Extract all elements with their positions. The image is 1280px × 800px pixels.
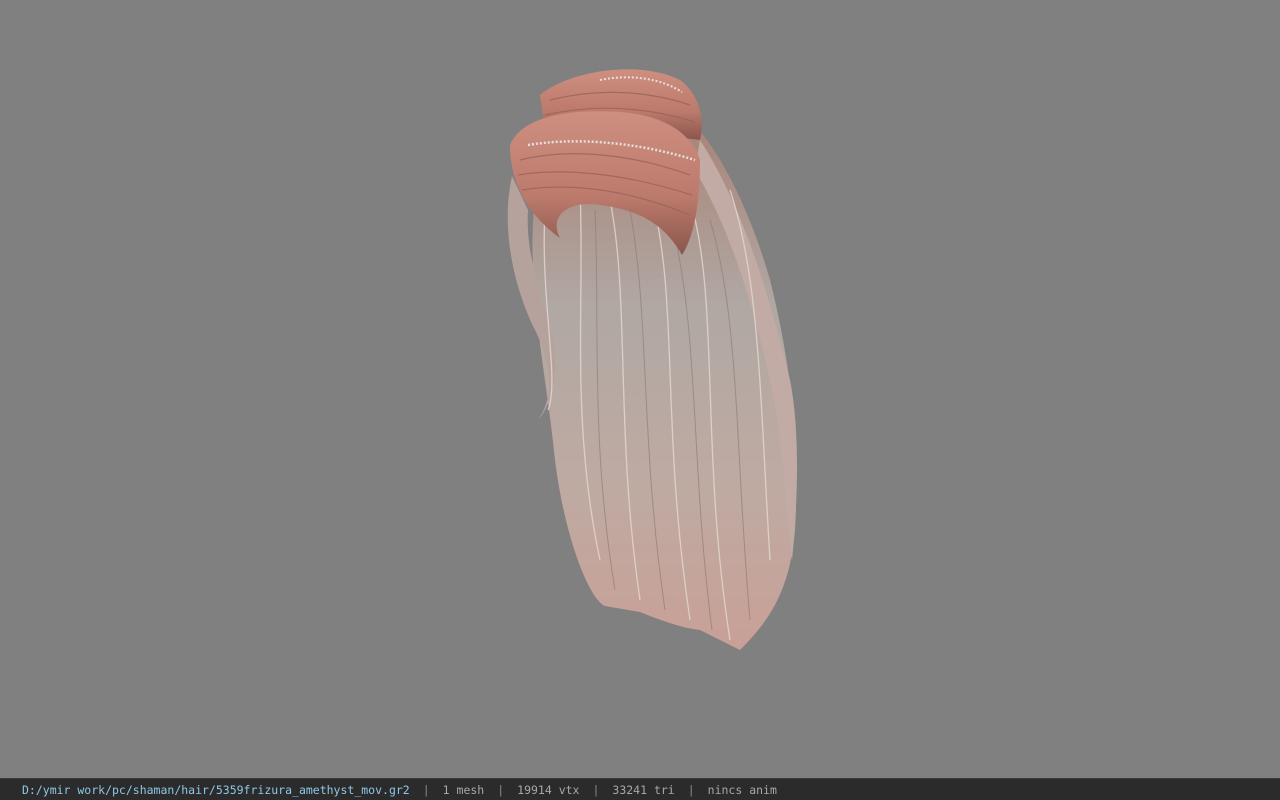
status-mesh-count: 1 mesh xyxy=(442,782,485,797)
status-separator: | xyxy=(497,782,505,797)
status-separator: | xyxy=(592,782,600,797)
status-anim-status: nincs anim xyxy=(707,782,777,797)
status-file-path: D:/ymir work/pc/shaman/hair/5359frizura_… xyxy=(22,782,410,797)
status-triangle-count: 33241 tri xyxy=(612,782,675,797)
status-separator: | xyxy=(422,782,430,797)
status-separator: | xyxy=(687,782,695,797)
status-vertex-count: 19914 vtx xyxy=(517,782,580,797)
3d-viewport[interactable] xyxy=(0,0,1280,778)
status-bar: D:/ymir work/pc/shaman/hair/5359frizura_… xyxy=(0,778,1280,800)
hair-model-render xyxy=(507,69,797,650)
